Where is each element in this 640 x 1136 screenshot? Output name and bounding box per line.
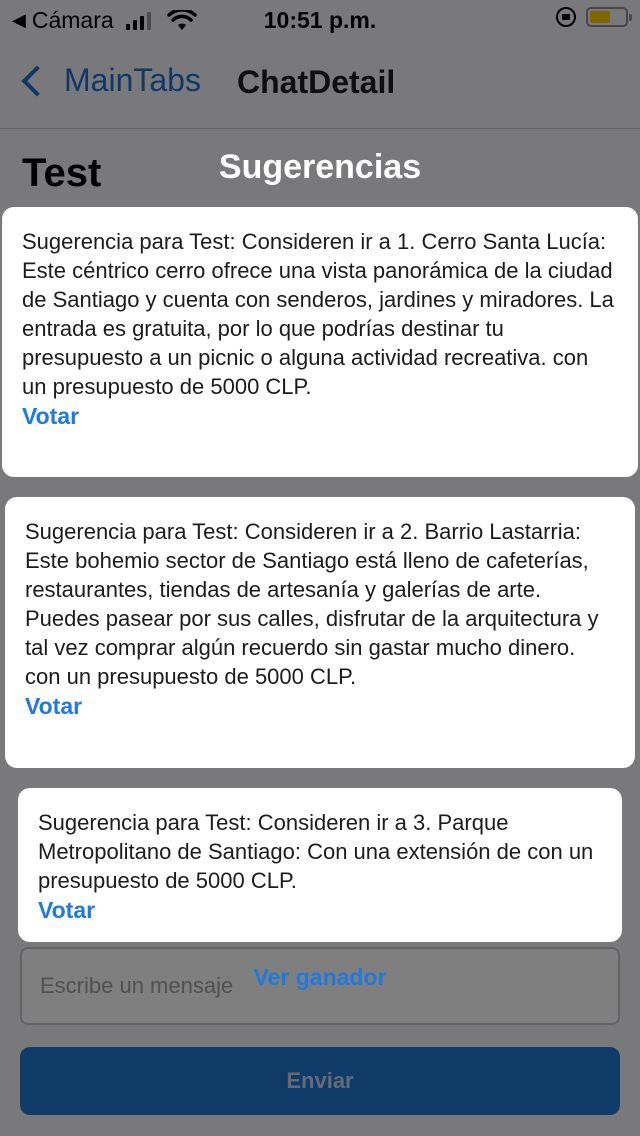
suggestion-text: Sugerencia para Test: Consideren ir a 2.…: [25, 519, 599, 689]
suggestion-text: Sugerencia para Test: Consideren ir a 3.…: [38, 810, 594, 893]
vote-button[interactable]: Votar: [22, 403, 618, 430]
suggestion-card: Sugerencia para Test: Consideren ir a 1.…: [2, 207, 638, 477]
vote-button[interactable]: Votar: [38, 897, 602, 924]
suggestion-card: Sugerencia para Test: Consideren ir a 3.…: [18, 788, 622, 942]
suggestion-card: Sugerencia para Test: Consideren ir a 2.…: [5, 497, 635, 768]
modal-title: Sugerencias: [218, 148, 422, 186]
vote-button[interactable]: Votar: [25, 693, 615, 720]
suggestion-text: Sugerencia para Test: Consideren ir a 1.…: [22, 229, 614, 399]
view-winner-button[interactable]: Ver ganador: [0, 964, 640, 991]
